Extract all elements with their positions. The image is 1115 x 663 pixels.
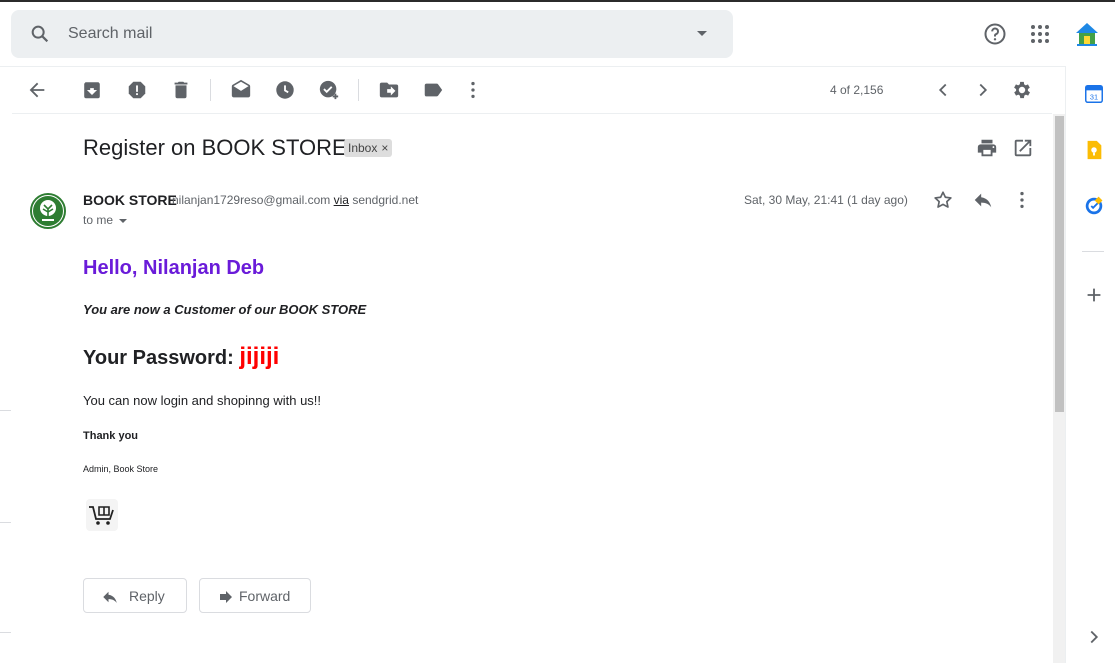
signature-text: Admin, Book Store [83,464,159,474]
apps-grid-icon[interactable] [1028,22,1052,46]
search-bar[interactable]: Search mail [11,10,733,58]
tasks-icon[interactable] [1083,195,1105,217]
content-divider [12,113,1052,114]
labels-icon[interactable] [422,79,444,101]
via-domain: sendgrid.net [352,193,419,207]
tree-logo-icon [33,196,63,226]
report-spam-icon[interactable] [126,79,148,101]
side-panel-divider [1082,251,1104,252]
toolbar-divider [358,79,359,101]
left-edge-marker [0,410,11,411]
left-edge-marker [0,522,11,523]
archive-icon[interactable] [81,79,103,101]
password-value: jijiji [239,343,280,370]
more-vert-icon[interactable] [462,79,484,101]
open-new-window-icon[interactable] [1012,137,1034,159]
header-divider [0,66,1065,67]
thank-you-text: Thank you [83,430,139,442]
settings-gear-icon[interactable] [1011,79,1033,101]
keep-notes-icon[interactable] [1083,139,1105,161]
reply-icon [103,591,117,603]
greeting-heading: Hello, Nilanjan Deb [83,257,265,279]
star-icon[interactable] [932,189,954,211]
email-date: Sat, 30 May, 21:41 (1 day ago) [744,193,908,207]
collapse-panel-chevron-icon[interactable] [1083,626,1105,648]
add-to-tasks-icon[interactable] [318,79,340,101]
chevron-down-icon[interactable] [119,218,128,223]
login-line: You can now login and shopinng with us!! [83,393,322,408]
forward-button[interactable]: Forward [199,578,311,613]
email-subject: Register on BOOK STORE [83,135,347,160]
toolbar-divider [210,79,211,101]
password-label: Your Password: [83,347,240,369]
window-top-border [0,0,1115,2]
via-link[interactable]: via [334,193,349,207]
add-addon-plus-icon[interactable] [1083,284,1105,306]
left-edge-marker [0,632,11,633]
pagination-count: 4 of 2,156 [830,83,884,97]
print-icon[interactable] [976,137,998,159]
more-vert-icon[interactable] [1011,189,1033,211]
book-cart-icon [89,506,114,525]
older-chevron-right-icon[interactable] [972,79,994,101]
scrollbar-thumb[interactable] [1055,116,1064,412]
account-avatar-icon[interactable] [1073,20,1101,48]
to-me-text: to me [83,213,114,227]
svg-text:31: 31 [1090,93,1098,102]
forward-arrow-icon [220,591,232,603]
snooze-clock-icon[interactable] [274,79,296,101]
forward-label: Forward [239,588,291,604]
search-input[interactable]: Search mail [68,25,152,43]
reply-button[interactable]: Reply [83,578,187,613]
mark-unread-icon[interactable] [230,79,252,101]
store-cart-logo [86,499,118,531]
inbox-label-chip[interactable]: Inbox × [344,139,393,157]
sender-avatar[interactable] [30,193,66,229]
help-icon[interactable] [983,22,1007,46]
customer-line: You are now a Customer of our BOOK STORE [83,302,367,317]
sender-email: nilanjan1729reso@gmail.com [172,193,331,207]
sender-address: nilanjan1729reso@gmail.com via sendgrid.… [172,193,418,207]
reply-icon[interactable] [972,189,994,211]
search-options-icon[interactable] [697,31,707,36]
delete-icon[interactable] [170,79,192,101]
password-line: Your Password: jijiji [83,343,279,371]
recipient-details-toggle[interactable]: to me [83,213,128,227]
search-icon[interactable] [29,23,51,45]
calendar-icon[interactable]: 31 [1083,83,1105,105]
newer-chevron-left-icon[interactable] [932,79,954,101]
move-to-icon[interactable] [378,79,400,101]
reply-label: Reply [129,588,165,604]
back-arrow-icon[interactable] [26,79,48,101]
remove-label-icon[interactable]: × [381,141,388,155]
sender-name: BOOK STORE [83,192,177,208]
inbox-label-text: Inbox [348,141,378,155]
